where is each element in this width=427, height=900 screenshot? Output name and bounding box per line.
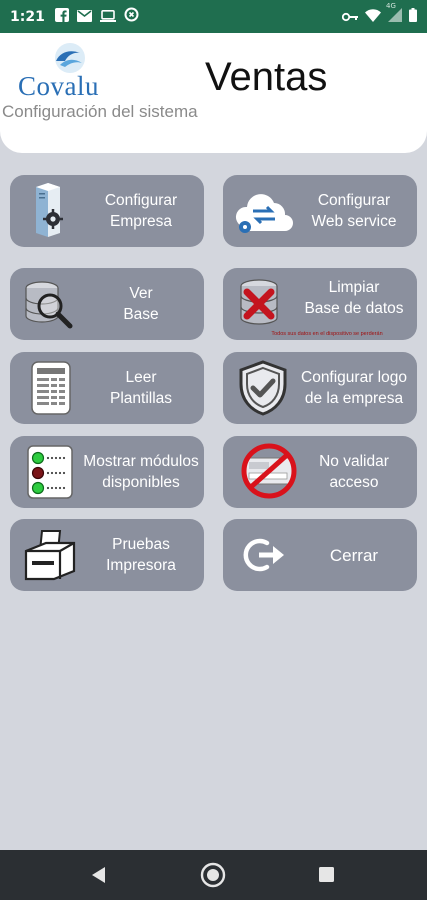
configurar-empresa-button[interactable]: Configurar Empresa — [10, 175, 204, 247]
configurar-empresa-label: Configurar Empresa — [104, 192, 178, 230]
status-lights-icon — [20, 442, 80, 502]
pruebas-impresora-label: Pruebas Impresora — [106, 536, 176, 574]
app-header: Covalu Ventas Configuración del sistema — [0, 33, 427, 153]
no-validar-acceso-button[interactable]: No validar acceso — [223, 436, 417, 508]
page-title: Ventas — [205, 55, 328, 99]
configurar-logo-label: Configurar logo de la empresa — [301, 369, 407, 407]
pruebas-impresora-button[interactable]: Pruebas Impresora — [10, 519, 204, 591]
leer-plantillas-button[interactable]: Leer Plantillas — [10, 352, 204, 424]
network-type: 4G — [386, 2, 396, 10]
database-search-icon — [20, 274, 80, 334]
facebook-icon — [54, 7, 69, 26]
logo-text: Covalu — [18, 71, 99, 101]
recents-icon[interactable] — [319, 867, 334, 887]
limpiar-base-button[interactable]: Limpiar Base de datos Todos sus datos en … — [223, 268, 417, 340]
leer-plantillas-label: Leer Plantillas — [109, 369, 173, 407]
ver-base-button[interactable]: Ver Base — [10, 268, 204, 340]
data-saver-icon — [124, 7, 139, 26]
limpiar-base-warning: Todos sus datos en el dispositivo se per… — [271, 331, 383, 337]
no-validar-acceso-label: No validar acceso — [319, 453, 389, 491]
cerrar-button[interactable]: Cerrar — [223, 519, 417, 591]
page-subtitle: Configuración del sistema — [2, 102, 198, 121]
ver-base-label: Ver Base — [123, 285, 159, 323]
configurar-logo-button[interactable]: Configurar logo de la empresa — [223, 352, 417, 424]
exit-icon — [241, 525, 301, 585]
printer-icon — [20, 525, 80, 585]
configurar-webservice-label: Configurar Web service — [311, 192, 397, 230]
spreadsheet-icon — [20, 358, 80, 418]
status-bar: 1:21 4G — [0, 0, 427, 33]
no-access-icon — [239, 442, 299, 502]
wifi-icon — [365, 7, 381, 26]
shield-check-icon — [233, 358, 293, 418]
battery-icon — [409, 7, 417, 26]
cloud-sync-icon — [233, 181, 293, 241]
laptop-icon — [99, 7, 116, 26]
limpiar-base-label: Limpiar Base de datos — [304, 279, 404, 317]
server-gear-icon — [20, 181, 80, 241]
configurar-webservice-button[interactable]: Configurar Web service — [223, 175, 417, 247]
cerrar-label: Cerrar — [329, 545, 379, 565]
database-delete-icon — [233, 274, 293, 334]
status-time: 1:21 — [10, 8, 45, 25]
back-icon[interactable] — [90, 866, 106, 889]
home-icon[interactable] — [199, 861, 227, 894]
signal-icon: 4G — [386, 2, 402, 26]
mostrar-modulos-label: Mostrar módulos disponibles — [83, 453, 199, 491]
covalu-logo: Covalu — [18, 41, 128, 101]
key-icon — [341, 7, 358, 26]
mail-icon — [76, 7, 92, 26]
system-nav-bar — [0, 850, 427, 900]
mostrar-modulos-button[interactable]: Mostrar módulos disponibles — [10, 436, 204, 508]
logo-wave-icon — [55, 43, 85, 73]
